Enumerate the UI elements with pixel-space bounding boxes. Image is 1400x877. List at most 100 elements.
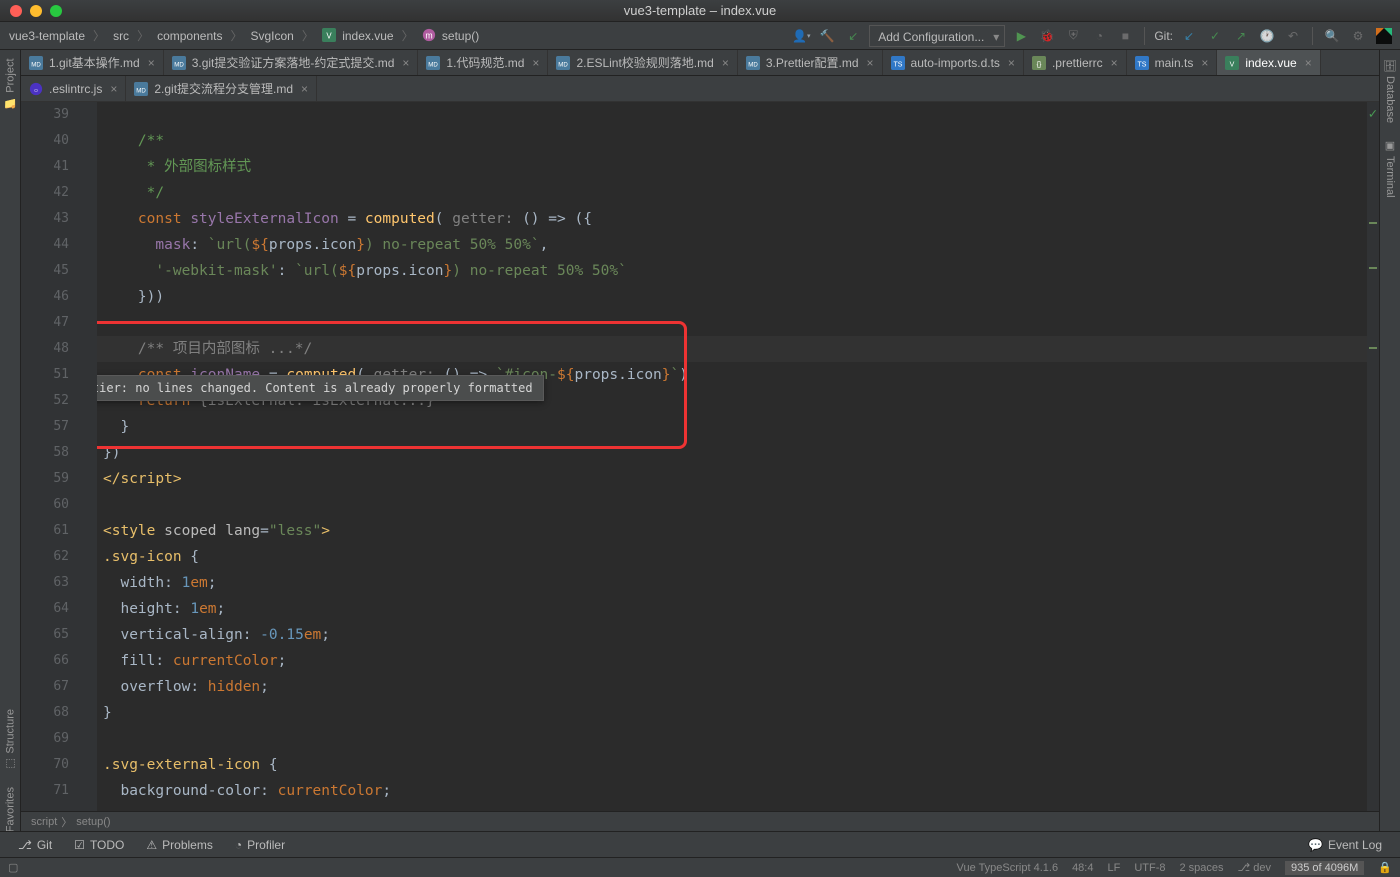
left-tool-window-bar: 📁Project ⬚Structure ★Favorites — [0, 50, 21, 857]
run-config-dropdown[interactable]: Add Configuration... — [869, 25, 1005, 47]
editor-tab[interactable]: MD3.Prettier配置.md× — [738, 50, 883, 75]
code-line[interactable]: overflow: hidden; — [97, 674, 1379, 700]
code-line[interactable]: </script> — [97, 466, 1379, 492]
structure-tool-window-tab[interactable]: ⬚Structure — [2, 701, 19, 779]
problems-tool-window-tab[interactable]: ⚠Problems — [136, 835, 222, 855]
editor-tab[interactable]: Vindex.vue× — [1217, 50, 1320, 75]
run-icon[interactable]: ▶ — [1011, 26, 1031, 46]
svg-text:MD: MD — [559, 61, 569, 68]
lock-icon[interactable]: 🔒 — [1378, 861, 1392, 874]
close-icon[interactable]: × — [1111, 56, 1118, 70]
vcs-history-icon[interactable]: 🕐 — [1257, 26, 1277, 46]
breadcrumb-method[interactable]: m setup() — [419, 26, 483, 45]
close-icon[interactable]: × — [1305, 56, 1312, 70]
database-tool-window-tab[interactable]: 🗄Database — [1382, 50, 1399, 131]
editor-tab[interactable]: MD2.ESLint校验规则落地.md× — [548, 50, 737, 75]
close-icon[interactable]: × — [1201, 56, 1208, 70]
event-log-tab[interactable]: 💬Event Log — [1298, 835, 1392, 855]
editor-tab[interactable]: TSmain.ts× — [1127, 50, 1218, 75]
vue-file-icon: V — [322, 28, 336, 42]
code-line[interactable]: * 外部图标样式 — [97, 154, 1379, 180]
tab-label: 1.代码规范.md — [446, 54, 524, 71]
code-line[interactable]: /** — [97, 128, 1379, 154]
profiler-tool-window-tab[interactable]: ◔Profiler — [225, 835, 295, 855]
code-line[interactable]: fill: currentColor; — [97, 648, 1379, 674]
coverage-icon[interactable]: ⛨ — [1063, 26, 1083, 46]
settings-icon[interactable]: ⚙ — [1348, 26, 1368, 46]
indent-settings[interactable]: 2 spaces — [1180, 862, 1224, 874]
close-icon[interactable]: × — [867, 56, 874, 70]
vue-ts-version[interactable]: Vue TypeScript 4.1.6 — [957, 862, 1059, 874]
debug-icon[interactable]: 🐞 — [1037, 26, 1057, 46]
vcs-rollback-icon[interactable]: ↶ — [1283, 26, 1303, 46]
line-number-gutter[interactable]: 3940414243444546474851525758596061626364… — [21, 102, 77, 811]
terminal-tool-window-tab[interactable]: ▣Terminal — [1382, 131, 1399, 206]
vcs-commit-icon[interactable]: ✓ — [1205, 26, 1225, 46]
code-line[interactable]: })) — [97, 284, 1379, 310]
tab-label: .prettierrc — [1052, 56, 1103, 70]
code-line[interactable]: } — [97, 700, 1379, 726]
editor-tab[interactable]: MD1.git基本操作.md× — [21, 50, 164, 75]
memory-indicator[interactable]: 935 of 4096M — [1285, 861, 1364, 875]
inspection-ok-icon[interactable]: ✓ — [1369, 106, 1377, 122]
code-line[interactable]: height: 1em; — [97, 596, 1379, 622]
fold-gutter[interactable] — [77, 102, 97, 811]
close-icon[interactable]: × — [532, 56, 539, 70]
stop-icon[interactable]: ■ — [1115, 26, 1135, 46]
sync-icon[interactable]: ↙ — [843, 26, 863, 46]
code-line[interactable]: '-webkit-mask': `url(${props.icon}) no-r… — [97, 258, 1379, 284]
todo-tool-window-tab[interactable]: ☑TODO — [64, 835, 134, 855]
git-branch[interactable]: ⎇ dev — [1238, 861, 1271, 874]
breadcrumb-components[interactable]: components — [154, 27, 225, 45]
editor-tab[interactable]: MD3.git提交验证方案落地-约定式提交.md× — [164, 50, 419, 75]
code-line[interactable]: .svg-external-icon { — [97, 752, 1379, 778]
breadcrumb-setup[interactable]: setup() — [76, 816, 110, 828]
close-icon[interactable]: × — [148, 56, 155, 70]
git-label: Git: — [1154, 29, 1173, 43]
close-icon[interactable]: × — [1008, 56, 1015, 70]
user-icon[interactable]: 👤▾ — [791, 26, 811, 46]
breadcrumb-script[interactable]: script — [31, 816, 57, 828]
editor-tab[interactable]: TSauto-imports.d.ts× — [883, 50, 1024, 75]
search-icon[interactable]: 🔍 — [1322, 26, 1342, 46]
code-line[interactable] — [97, 726, 1379, 752]
close-icon[interactable]: × — [110, 82, 117, 96]
tab-label: 3.git提交验证方案落地-约定式提交.md — [192, 54, 395, 71]
code-area[interactable]: /** * 外部图标样式 */ const styleExternalIcon … — [97, 102, 1379, 811]
code-line[interactable]: .svg-icon { — [97, 544, 1379, 570]
error-stripe[interactable]: ✓ — [1367, 102, 1379, 811]
build-icon[interactable]: 🔨 — [817, 26, 837, 46]
close-icon[interactable]: × — [402, 56, 409, 70]
caret-position[interactable]: 48:4 — [1072, 862, 1093, 874]
code-line[interactable]: <style scoped lang="less"> — [97, 518, 1379, 544]
editor-tab[interactable]: ○.eslintrc.js× — [21, 76, 126, 101]
breadcrumb-file[interactable]: V index.vue — [319, 26, 397, 45]
breadcrumb-svgicon[interactable]: SvgIcon — [247, 27, 296, 45]
ide-icon[interactable] — [1374, 26, 1394, 46]
code-line[interactable]: vertical-align: -0.15em; — [97, 622, 1379, 648]
close-icon[interactable]: × — [722, 56, 729, 70]
close-icon[interactable]: × — [301, 82, 308, 96]
code-line[interactable]: */ — [97, 180, 1379, 206]
tool-windows-toggle-icon[interactable]: ▢ — [8, 861, 18, 874]
profiler-icon[interactable]: ◔ — [1089, 26, 1109, 46]
editor[interactable]: 3940414243444546474851525758596061626364… — [21, 102, 1379, 811]
editor-tab[interactable]: MD2.git提交流程分支管理.md× — [126, 76, 317, 101]
code-line[interactable]: const styleExternalIcon = computed( gett… — [97, 206, 1379, 232]
code-line[interactable] — [97, 102, 1379, 128]
git-tool-window-tab[interactable]: ⎇Git — [8, 835, 62, 855]
breadcrumb-src[interactable]: src — [110, 27, 132, 45]
vcs-update-icon[interactable]: ↙ — [1179, 26, 1199, 46]
file-encoding[interactable]: UTF-8 — [1134, 862, 1165, 874]
vcs-push-icon[interactable]: ↗ — [1231, 26, 1251, 46]
code-line[interactable]: mask: `url(${props.icon}) no-repeat 50% … — [97, 232, 1379, 258]
project-tool-window-tab[interactable]: 📁Project — [2, 50, 19, 118]
code-line[interactable]: background-color: currentColor; — [97, 778, 1379, 804]
editor-tabs-row-1: MD1.git基本操作.md× MD 3.git提交验证方案落地-约定式提交.md ×… — [21, 50, 1400, 76]
code-line[interactable] — [97, 492, 1379, 518]
line-separator[interactable]: LF — [1107, 862, 1120, 874]
editor-tab[interactable]: MD1.代码规范.md× — [418, 50, 548, 75]
editor-tab[interactable]: {}.prettierrc× — [1024, 50, 1127, 75]
code-line[interactable]: width: 1em; — [97, 570, 1379, 596]
breadcrumb-project[interactable]: vue3-template — [6, 27, 88, 45]
